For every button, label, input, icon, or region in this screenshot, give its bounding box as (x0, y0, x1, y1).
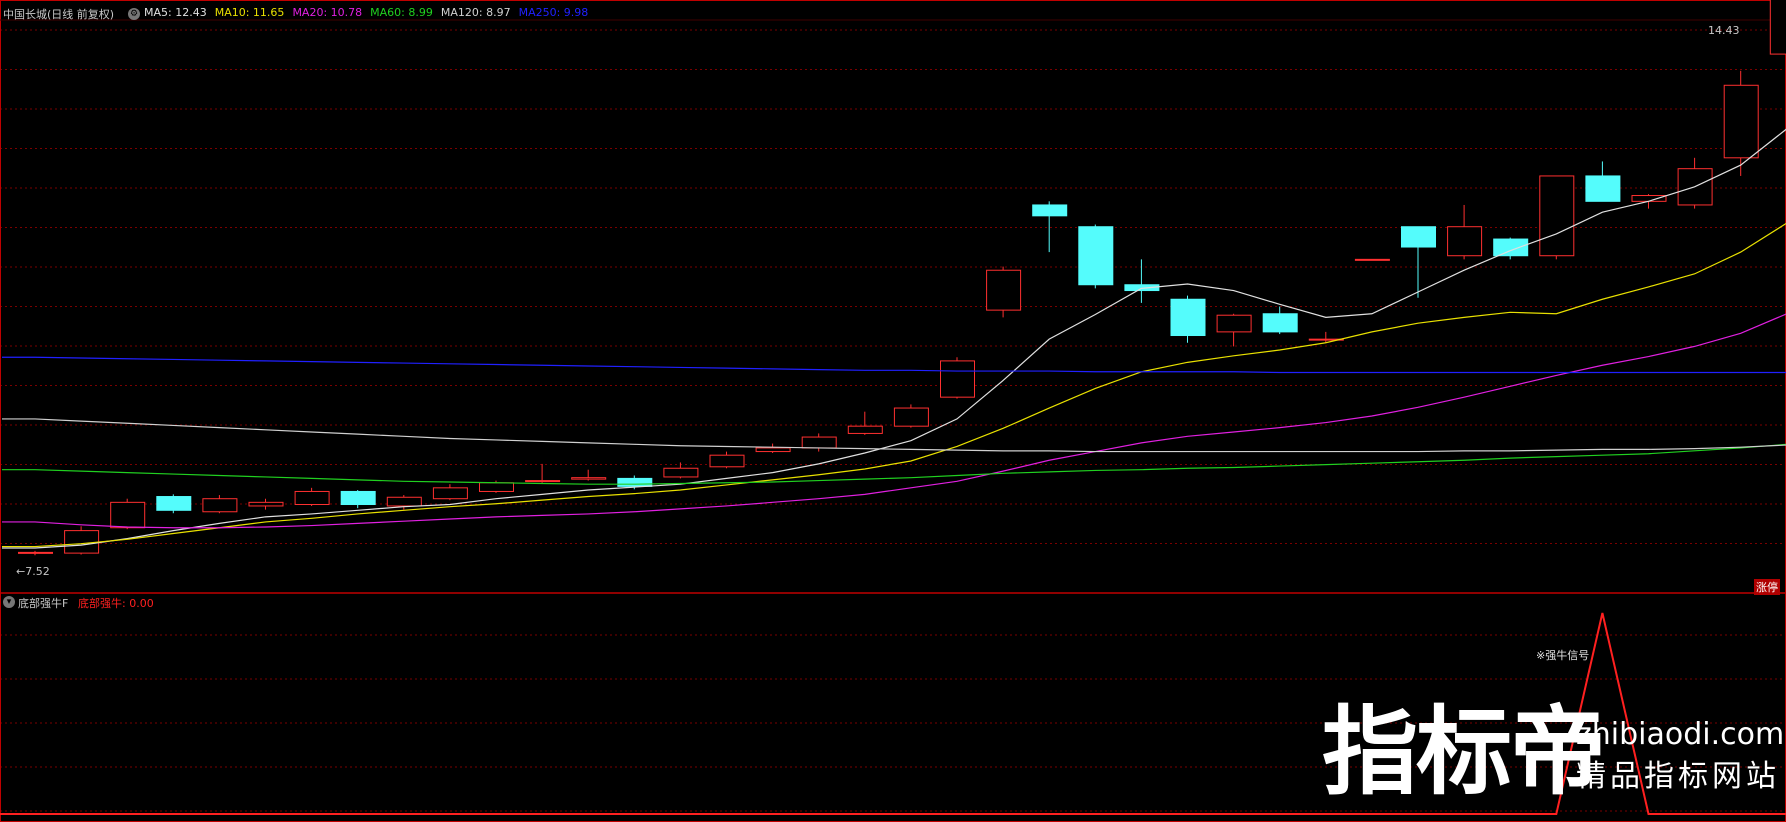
ma-line-ma5 (2, 128, 1786, 549)
ma-legend-item: MA60: 8.99 (370, 6, 433, 19)
watermark-site: zhibiaodi.com (1576, 717, 1785, 752)
limit-up-tag: 涨停 (1754, 579, 1780, 595)
candle-body (1401, 226, 1436, 248)
ma-legend-item: MA5: 12.43 (144, 6, 207, 19)
candle-body (1723, 84, 1759, 159)
candle-body (1354, 258, 1390, 261)
candle-body (755, 447, 791, 453)
candle-body (386, 496, 422, 507)
signal-label: ※强牛信号 (1536, 649, 1590, 662)
candle-body (156, 496, 192, 511)
candle-body (1769, 0, 1786, 55)
ma-legend: MA5: 12.43 MA10: 11.65 MA20: 10.78 MA60: 8.… (144, 6, 596, 19)
candle-body (248, 501, 284, 507)
settings-icon[interactable]: ⚙ (128, 8, 140, 20)
candle-body (1585, 175, 1621, 202)
candle-body (1170, 298, 1206, 337)
candle-body (432, 487, 468, 500)
candle-body (202, 498, 238, 513)
candle-body (663, 467, 699, 478)
candle-body (893, 407, 929, 427)
candle-body (1032, 204, 1068, 217)
candle-body (340, 490, 376, 506)
candle-body (1447, 226, 1483, 257)
candle-body (1262, 313, 1298, 333)
candle-body (18, 551, 53, 554)
candle-body (940, 360, 975, 398)
ma-legend-item: MA20: 10.78 (292, 6, 363, 19)
indicator-name: 底部强牛F (18, 597, 69, 610)
ma-legend-item: MA10: 11.65 (214, 6, 285, 19)
candle-body (294, 490, 330, 506)
candle-body (1493, 238, 1529, 257)
candle-body (986, 269, 1022, 311)
watermark-logo: 指标帝 (1322, 696, 1606, 808)
candle-body (1216, 314, 1252, 333)
candle-body (525, 480, 561, 483)
candle-body (709, 454, 745, 468)
ma-legend-item: MA250: 9.98 (518, 6, 589, 19)
ma-legend-item: MA120: 8.97 (440, 6, 511, 19)
candle-body (617, 477, 653, 487)
high-price-label: 14.43 (1708, 24, 1740, 37)
low-price-label: ←7.52 (16, 565, 50, 578)
candle-body (1631, 195, 1667, 202)
candle-body (847, 425, 883, 434)
stock-title: 中国长城(日线 前复权) (3, 8, 115, 21)
indicator-menu-icon[interactable]: ▾ (3, 596, 15, 608)
candle-body (110, 501, 146, 529)
watermark-sub: 精品指标网站 (1576, 759, 1780, 794)
candle-body (64, 530, 100, 554)
candle-body (801, 436, 837, 449)
ma-line-ma250 (2, 356, 1786, 374)
candle-body (571, 477, 607, 480)
candle-body (1539, 175, 1575, 257)
candle-body (1078, 226, 1114, 286)
indicator-value: 底部强牛: 0.00 (78, 597, 154, 610)
candle-body (479, 482, 514, 492)
